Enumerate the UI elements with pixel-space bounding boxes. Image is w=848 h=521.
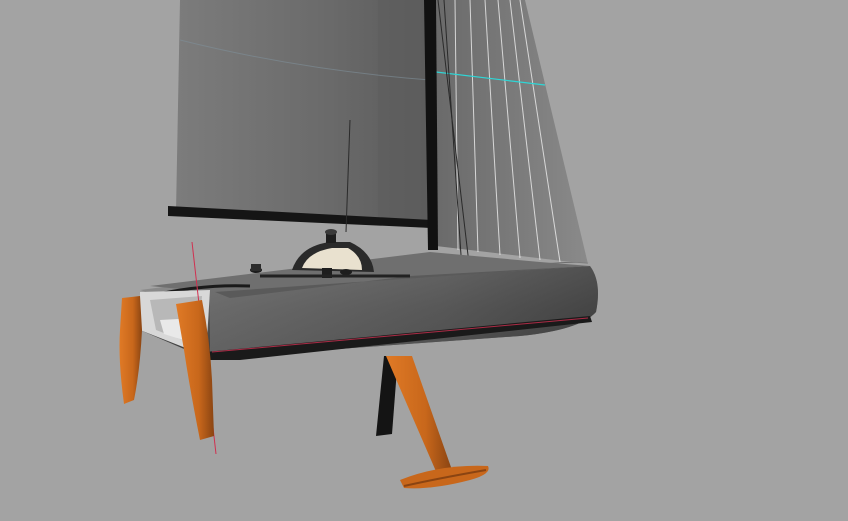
rudder-left: [119, 296, 142, 404]
render-viewport: [0, 0, 848, 521]
sailboat-render: [119, 0, 598, 489]
mainsail: [176, 0, 432, 228]
foil: [386, 356, 489, 489]
